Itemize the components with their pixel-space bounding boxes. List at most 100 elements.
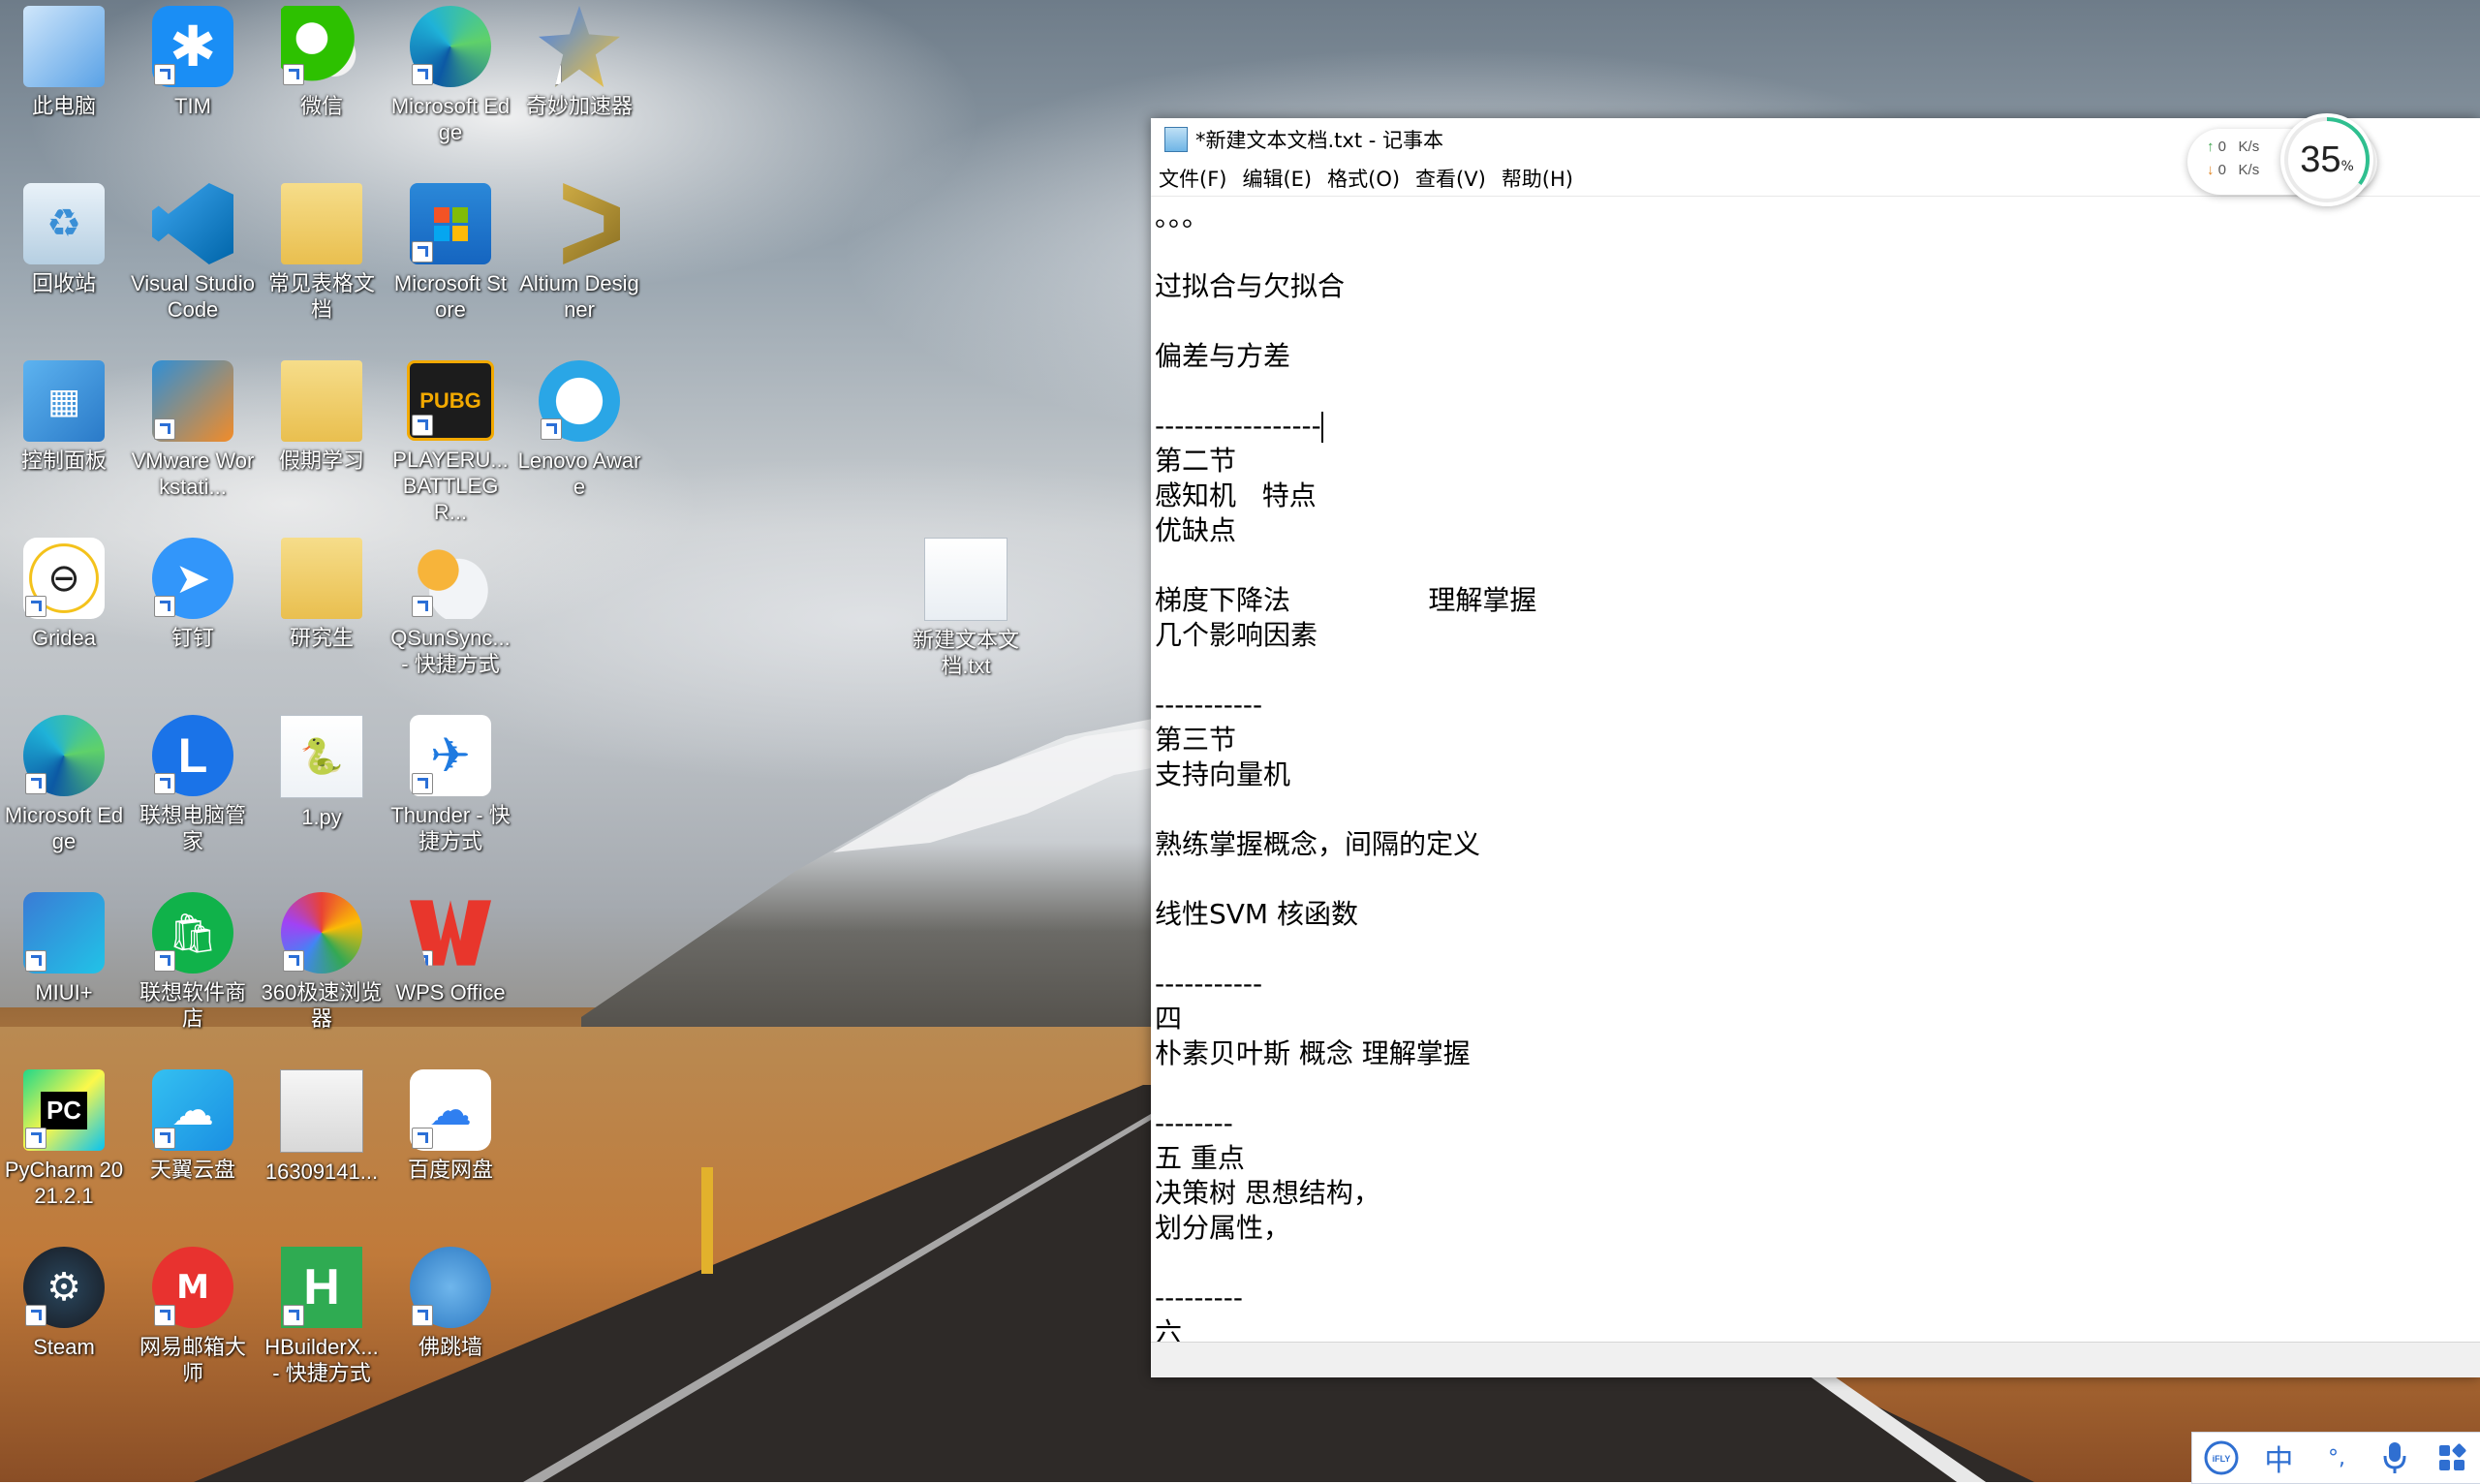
desktop-icon-vscode[interactable]: Visual Studio Code: [131, 177, 255, 348]
desktop-icon-baidu-netdisk[interactable]: ☁ 百度网盘: [388, 1064, 512, 1234]
desktop-icon-label: 1.py: [301, 805, 342, 829]
shortcut-arrow-icon: [412, 1305, 433, 1326]
desktop-icon-label: QSunSync... - 快捷方式: [390, 626, 511, 676]
desktop-icon-label: VMware Workstati...: [131, 448, 255, 499]
desktop-icon-qsunsync[interactable]: QSunSync... - 快捷方式: [388, 532, 512, 702]
desktop-icon-tim[interactable]: ✱ TIM: [131, 0, 255, 170]
upload-rate: ↑ 0 K/s: [2207, 139, 2259, 155]
desktop-icon-miui[interactable]: MIUI+: [2, 886, 126, 1057]
text-line: 支持向量机: [1155, 757, 2480, 792]
ime-toolbar: iFLY 中 °,: [2191, 1432, 2480, 1484]
desktop-icon-dingtalk[interactable]: ➤ 钉钉: [131, 532, 255, 702]
shortcut-arrow-icon: [412, 950, 433, 966]
text-line: [1155, 862, 2480, 897]
text-line-content: 第二节: [1155, 445, 1237, 477]
ifly-logo-icon[interactable]: iFLY: [2202, 1438, 2241, 1477]
text-line: 四: [1155, 1002, 2480, 1036]
desktop-icon-hbuilderx[interactable]: H HBuilderX... - 快捷方式: [260, 1241, 384, 1411]
desktop-icon-label: 新建文本文档.txt: [912, 628, 1019, 678]
desktop-icon-qimiao-accelerator[interactable]: 奇妙加速器: [517, 0, 641, 170]
desktop-icon-altium[interactable]: Altium Designer: [517, 177, 641, 348]
pubg-icon: PUBG: [407, 360, 494, 441]
text-line: -----------: [1155, 688, 2480, 723]
desktop-icon-text-file[interactable]: 新建文本文档.txt: [904, 532, 1028, 702]
shortcut-arrow-icon: [154, 418, 175, 440]
text-line: [1155, 1246, 2480, 1281]
desktop-icon-folder[interactable]: 假期学习: [260, 355, 384, 525]
desktop-icon-label: 百度网盘: [407, 1158, 493, 1182]
shortcut-arrow-icon: [283, 950, 304, 972]
usage-percent-sign: %: [2340, 159, 2354, 174]
pycharm-icon: PC: [23, 1069, 105, 1151]
desktop-icon-lenovo-aware[interactable]: A Lenovo Aware: [517, 355, 641, 525]
desktop-icon-pycharm[interactable]: PC PyCharm 2021.2.1: [2, 1064, 126, 1234]
desktop-icon-fotiaoqiang[interactable]: 佛跳墙: [388, 1241, 512, 1411]
desktop-icon-wechat[interactable]: 微信: [260, 0, 384, 170]
text-line-content: 决策树 思想结构，: [1155, 1177, 1380, 1209]
desktop-icon-lenovo-store[interactable]: 🛍 联想软件商店: [131, 886, 255, 1057]
desktop-icon-label: 控制面板: [20, 448, 107, 473]
desktop-icon-label: Microsoft Store: [393, 271, 508, 322]
desktop-icon-folder[interactable]: 研究生: [260, 532, 384, 702]
ime-mode-button[interactable]: 中: [2259, 1438, 2298, 1478]
text-line-content: 六: [1155, 1316, 1183, 1343]
notepad-title: *新建文本文档.txt - 记事本: [1195, 129, 1443, 152]
desktop-icon-edge[interactable]: Microsoft Edge: [2, 709, 126, 880]
desktop-icon-pubg[interactable]: PUBG PLAYERU... BATTLEGR...: [388, 355, 512, 525]
desktop-icon-photo-file[interactable]: 16309141...: [260, 1064, 384, 1234]
text-line: 划分属性，: [1155, 1211, 2480, 1246]
text-line-content: 第三节: [1155, 724, 1237, 756]
lenovo-aware-icon: A: [539, 360, 620, 442]
python-file-icon: 🐍: [280, 715, 363, 798]
notepad-window[interactable]: *新建文本文档.txt - 记事本 文件(F) 编辑(E) 格式(O) 查看(V…: [1151, 118, 2480, 1377]
text-line-content: --------: [1155, 1107, 1233, 1139]
memory-usage-ring[interactable]: 35 %: [2280, 113, 2373, 206]
shortcut-arrow-icon: [154, 241, 175, 263]
text-line: 熟练掌握概念，间隔的定义: [1155, 827, 2480, 862]
desktop-icon-vmware[interactable]: VMware Workstati...: [131, 355, 255, 525]
desktop-icon-label: 钉钉: [170, 626, 214, 650]
desktop-icon-360-browser[interactable]: 360极速浏览器: [260, 886, 384, 1057]
text-line-content: -----------: [1155, 689, 1263, 721]
text-line: [1155, 374, 2480, 409]
text-line: [1155, 234, 2480, 269]
shortcut-arrow-icon: [412, 1128, 433, 1149]
desktop-icon-label: 研究生: [289, 626, 354, 650]
desktop-icon-netease-mail[interactable]: M 网易邮箱大师: [131, 1241, 255, 1411]
desktop-icon-lenovo-manager[interactable]: L 联想电脑管家: [131, 709, 255, 880]
ime-punctuation-button[interactable]: °,: [2317, 1438, 2356, 1477]
tim-icon: ✱: [152, 6, 233, 87]
desktop-icon-steam[interactable]: ⚙ Steam: [2, 1241, 126, 1411]
desktop-icon-thunder[interactable]: ✈ Thunder - 快捷方式: [388, 709, 512, 880]
desktop-icon-edge[interactable]: Microsoft Edge: [388, 0, 512, 170]
notepad-text-area[interactable]: 。。。 过拟合与欠拟合 偏差与方差 ----------------- 第二节 感知机 特…: [1151, 198, 2480, 1343]
desktop-icon-wps[interactable]: WPS Office: [388, 886, 512, 1057]
desktop-icon-tianyi-cloud[interactable]: ☁ 天翼云盘: [131, 1064, 255, 1234]
menu-help[interactable]: 帮助(H): [1502, 164, 1573, 193]
qsunsync-icon: [410, 538, 491, 619]
lenovo-manager-icon: L: [152, 715, 233, 796]
download-arrow-icon: ↓: [2207, 162, 2215, 178]
microphone-icon[interactable]: [2375, 1438, 2414, 1477]
text-line: 感知机 特点: [1155, 479, 2480, 513]
menu-format[interactable]: 格式(O): [1327, 164, 1400, 193]
edge-icon: [410, 6, 491, 87]
desktop-icon-store[interactable]: Microsoft Store: [388, 177, 512, 348]
grid-apps-icon[interactable]: [2433, 1438, 2471, 1477]
menu-edit[interactable]: 编辑(E): [1242, 164, 1312, 193]
gridea-icon: ⊖: [23, 538, 105, 619]
desktop-icon-control-panel[interactable]: ▦ 控制面板: [2, 355, 126, 525]
desktop-icon-label: PyCharm 2021.2.1: [4, 1158, 124, 1208]
shortcut-arrow-icon: [25, 1128, 46, 1149]
edge-icon: [23, 715, 105, 796]
desktop-icon-gridea[interactable]: ⊖ Gridea: [2, 532, 126, 702]
desktop-icon-python-file[interactable]: 🐍 1.py: [260, 709, 384, 880]
desktop-icon-this-pc[interactable]: 此电脑: [2, 0, 126, 170]
desktop-icon-folder[interactable]: 常见表格文档: [260, 177, 384, 348]
menu-view[interactable]: 查看(V): [1415, 164, 1486, 193]
text-line: [1155, 792, 2480, 827]
menu-file[interactable]: 文件(F): [1159, 164, 1226, 193]
desktop-icon-recycle-bin[interactable]: ♻ 回收站: [2, 177, 126, 348]
store-icon: [410, 183, 491, 264]
shortcut-arrow-icon: [154, 773, 175, 794]
